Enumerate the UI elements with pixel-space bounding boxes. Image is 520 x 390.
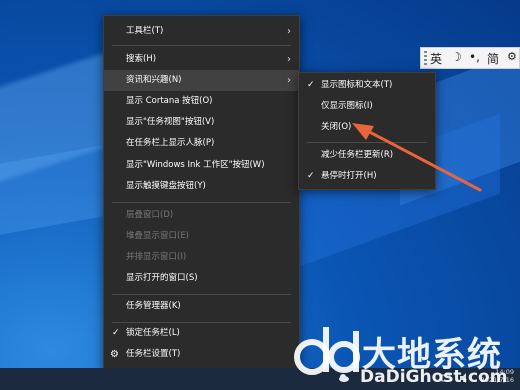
menu-item-search[interactable]: 搜索(H) › bbox=[104, 49, 299, 70]
menu-separator bbox=[112, 294, 291, 295]
menu-item-cascade-windows: 层叠窗口(D) bbox=[104, 205, 299, 226]
menu-item-show-task-view[interactable]: 显示"任务视图"按钮(V) bbox=[104, 112, 299, 133]
watermark-logo-icon bbox=[294, 327, 360, 375]
menu-item-show-windows-ink[interactable]: 显示"Windows Ink 工作区"按钮(W) bbox=[104, 155, 299, 176]
menu-item-label: 堆叠显示窗口(E) bbox=[126, 231, 190, 241]
menu-item-label: 锁定任务栏(L) bbox=[126, 328, 180, 338]
ime-mode-toggle[interactable]: 英 bbox=[430, 50, 442, 67]
menu-item-label: 显示"任务视图"按钮(V) bbox=[126, 117, 215, 127]
menu-item-show-desktop[interactable]: 显示打开的窗口(S) bbox=[104, 268, 299, 289]
ime-toolbar[interactable]: 英 ☽ •, 简 ⚙ bbox=[420, 47, 520, 69]
taskbar-context-menu: 工具栏(T) › 搜索(H) › 资讯和兴趣(N) › 显示 Cortana 按… bbox=[103, 15, 300, 372]
menu-item-label: 工具栏(T) bbox=[126, 26, 164, 36]
ime-moon-icon[interactable]: ☽ bbox=[451, 50, 462, 64]
checkmark-icon: ✓ bbox=[112, 328, 120, 338]
menu-item-label: 在任务栏上显示人脉(P) bbox=[126, 138, 215, 148]
menu-item-show-touch-keyboard[interactable]: 显示触摸键盘按钮(Y) bbox=[104, 176, 299, 197]
menu-item-label: 任务管理器(K) bbox=[126, 301, 181, 311]
menu-item-stack-windows: 堆叠显示窗口(E) bbox=[104, 226, 299, 247]
menu-item-label: 搜索(H) bbox=[126, 54, 157, 64]
menu-item-side-by-side: 并排显示窗口(I) bbox=[104, 247, 299, 268]
ime-settings-icon[interactable]: ⚙ bbox=[507, 50, 517, 63]
checkmark-icon: ✓ bbox=[307, 171, 315, 181]
menu-separator bbox=[112, 45, 291, 46]
gear-icon: ⚙ bbox=[110, 349, 119, 360]
menu-item-show-cortana[interactable]: 显示 Cortana 按钮(O) bbox=[104, 91, 299, 112]
menu-item-taskbar-settings[interactable]: ⚙ 任务栏设置(T) bbox=[104, 344, 299, 365]
menu-separator bbox=[112, 202, 291, 203]
menu-item-lock-taskbar[interactable]: ✓ 锁定任务栏(L) bbox=[104, 323, 299, 344]
submenu-item-icon-and-text[interactable]: ✓ 显示图标和文本(T) bbox=[299, 75, 435, 96]
menu-item-label: 层叠窗口(D) bbox=[126, 210, 174, 220]
menu-item-label: 任务栏设置(T) bbox=[126, 349, 181, 359]
menu-item-label: 显示"Windows Ink 工作区"按钮(W) bbox=[126, 160, 265, 170]
menu-item-news-and-interests[interactable]: 资讯和兴趣(N) › bbox=[104, 70, 299, 91]
watermark-url: DaDiGhost.com bbox=[360, 367, 508, 387]
menu-item-label: 资讯和兴趣(N) bbox=[126, 75, 182, 85]
chevron-right-icon: › bbox=[287, 54, 291, 65]
menu-item-label: 显示图标和文本(T) bbox=[321, 80, 393, 90]
menu-item-label: 显示触摸键盘按钮(Y) bbox=[126, 181, 206, 191]
ime-punctuation-toggle[interactable]: •, bbox=[469, 50, 480, 64]
menu-item-label: 显示 Cortana 按钮(O) bbox=[126, 96, 213, 106]
checkmark-icon: ✓ bbox=[307, 80, 315, 90]
chevron-right-icon: › bbox=[287, 75, 291, 86]
ime-grip-handle[interactable] bbox=[424, 51, 427, 65]
menu-item-label: 仅显示图标(I) bbox=[321, 101, 373, 111]
menu-item-toolbars[interactable]: 工具栏(T) › bbox=[104, 21, 299, 42]
chevron-right-icon: › bbox=[287, 26, 291, 37]
annotation-arrow-icon bbox=[352, 123, 482, 192]
submenu-item-icon-only[interactable]: 仅显示图标(I) bbox=[299, 96, 435, 117]
menu-item-show-people[interactable]: 在任务栏上显示人脉(P) bbox=[104, 133, 299, 154]
menu-item-label: 显示打开的窗口(S) bbox=[126, 273, 198, 283]
ime-script-toggle[interactable]: 简 bbox=[487, 50, 499, 67]
menu-item-task-manager[interactable]: 任务管理器(K) bbox=[104, 296, 299, 317]
menu-item-label: 并排显示窗口(I) bbox=[126, 252, 187, 262]
